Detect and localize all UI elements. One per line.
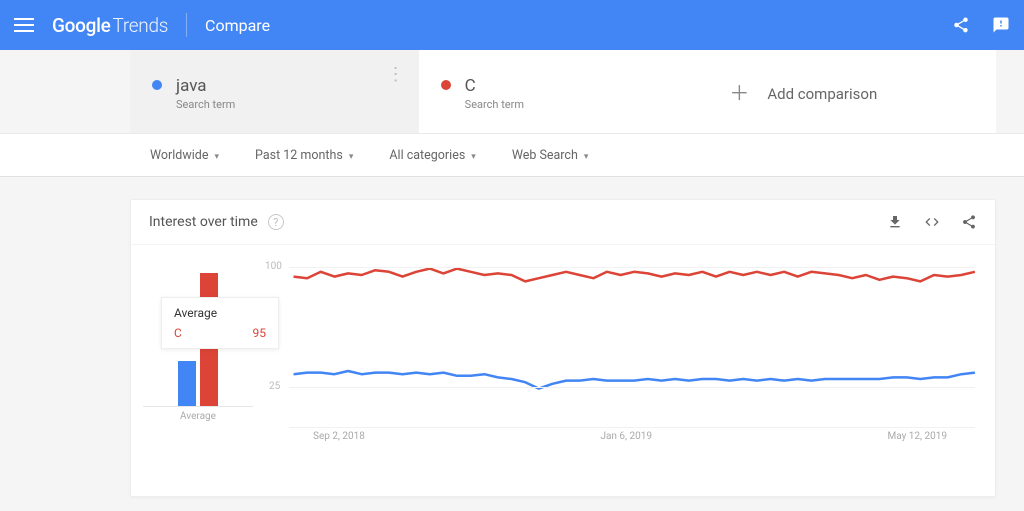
y-tick: 100 [265, 261, 282, 272]
chart-header: Interest over time ? [131, 200, 995, 245]
chart-tools [887, 214, 977, 230]
compare-terms: java Search term ⋮ C Search term ＋ Add co… [130, 50, 996, 133]
gridline [289, 427, 975, 428]
interest-over-time-card: Interest over time ? Average Average C95… [130, 199, 996, 497]
x-labels: Sep 2, 2018 Jan 6, 2019 May 12, 2019 [313, 431, 947, 442]
term-sub: Search term [176, 98, 397, 111]
filter-type[interactable]: Web Search [512, 148, 589, 163]
page-title: Compare [205, 16, 270, 35]
feedback-icon[interactable] [992, 16, 1010, 34]
app-header: GoogleTrends Compare [0, 0, 1024, 50]
add-comparison[interactable]: ＋ Add comparison [707, 50, 996, 133]
term-sub: Search term [465, 98, 686, 111]
logo-google: Google [52, 14, 111, 37]
chart-title: Interest over time [149, 214, 258, 230]
x-tick: Jan 6, 2019 [600, 431, 652, 442]
share-chart-icon[interactable] [961, 214, 977, 230]
filter-bar: Worldwide Past 12 months All categories … [0, 133, 1024, 177]
divider [186, 13, 187, 37]
tooltip-value: 95 [253, 326, 267, 340]
avg-tooltip: Average C 95 [161, 297, 279, 349]
y-tick: 25 [269, 381, 280, 392]
average-panel: Average Average C95 [143, 251, 253, 469]
term-label: C [465, 76, 476, 96]
color-dot [152, 80, 162, 90]
tooltip-title: Average [174, 306, 266, 320]
avg-bar-java [178, 361, 196, 406]
download-icon[interactable] [887, 214, 903, 230]
tooltip-label: C [174, 326, 182, 340]
share-icon[interactable] [952, 16, 970, 34]
menu-icon[interactable] [14, 18, 34, 32]
term-card-c[interactable]: C Search term [419, 50, 708, 133]
color-dot [441, 80, 451, 90]
line-plot: 100 25 Sep 2, 2018 Jan 6, 2019 May 12, 2… [253, 251, 983, 469]
x-tick: Sep 2, 2018 [313, 431, 365, 442]
filter-category[interactable]: All categories [389, 148, 475, 163]
logo[interactable]: GoogleTrends [52, 14, 168, 37]
plus-icon: ＋ [729, 81, 749, 105]
add-label: Add comparison [767, 85, 877, 103]
filter-geo[interactable]: Worldwide [150, 148, 219, 163]
chart-body: Average Average C95 100 25 Sep 2, 2018 J… [131, 245, 995, 487]
term-card-java[interactable]: java Search term ⋮ [130, 50, 419, 133]
avg-label: Average [143, 411, 253, 422]
embed-icon[interactable] [923, 214, 941, 230]
help-icon[interactable]: ? [268, 214, 284, 230]
gridline [289, 387, 975, 388]
line-svg [253, 267, 983, 427]
more-icon[interactable]: ⋮ [387, 72, 405, 77]
logo-trends: Trends [113, 14, 169, 37]
gridline [289, 267, 975, 268]
filter-time[interactable]: Past 12 months [255, 148, 353, 163]
term-label: java [176, 76, 207, 96]
x-tick: May 12, 2019 [888, 431, 947, 442]
